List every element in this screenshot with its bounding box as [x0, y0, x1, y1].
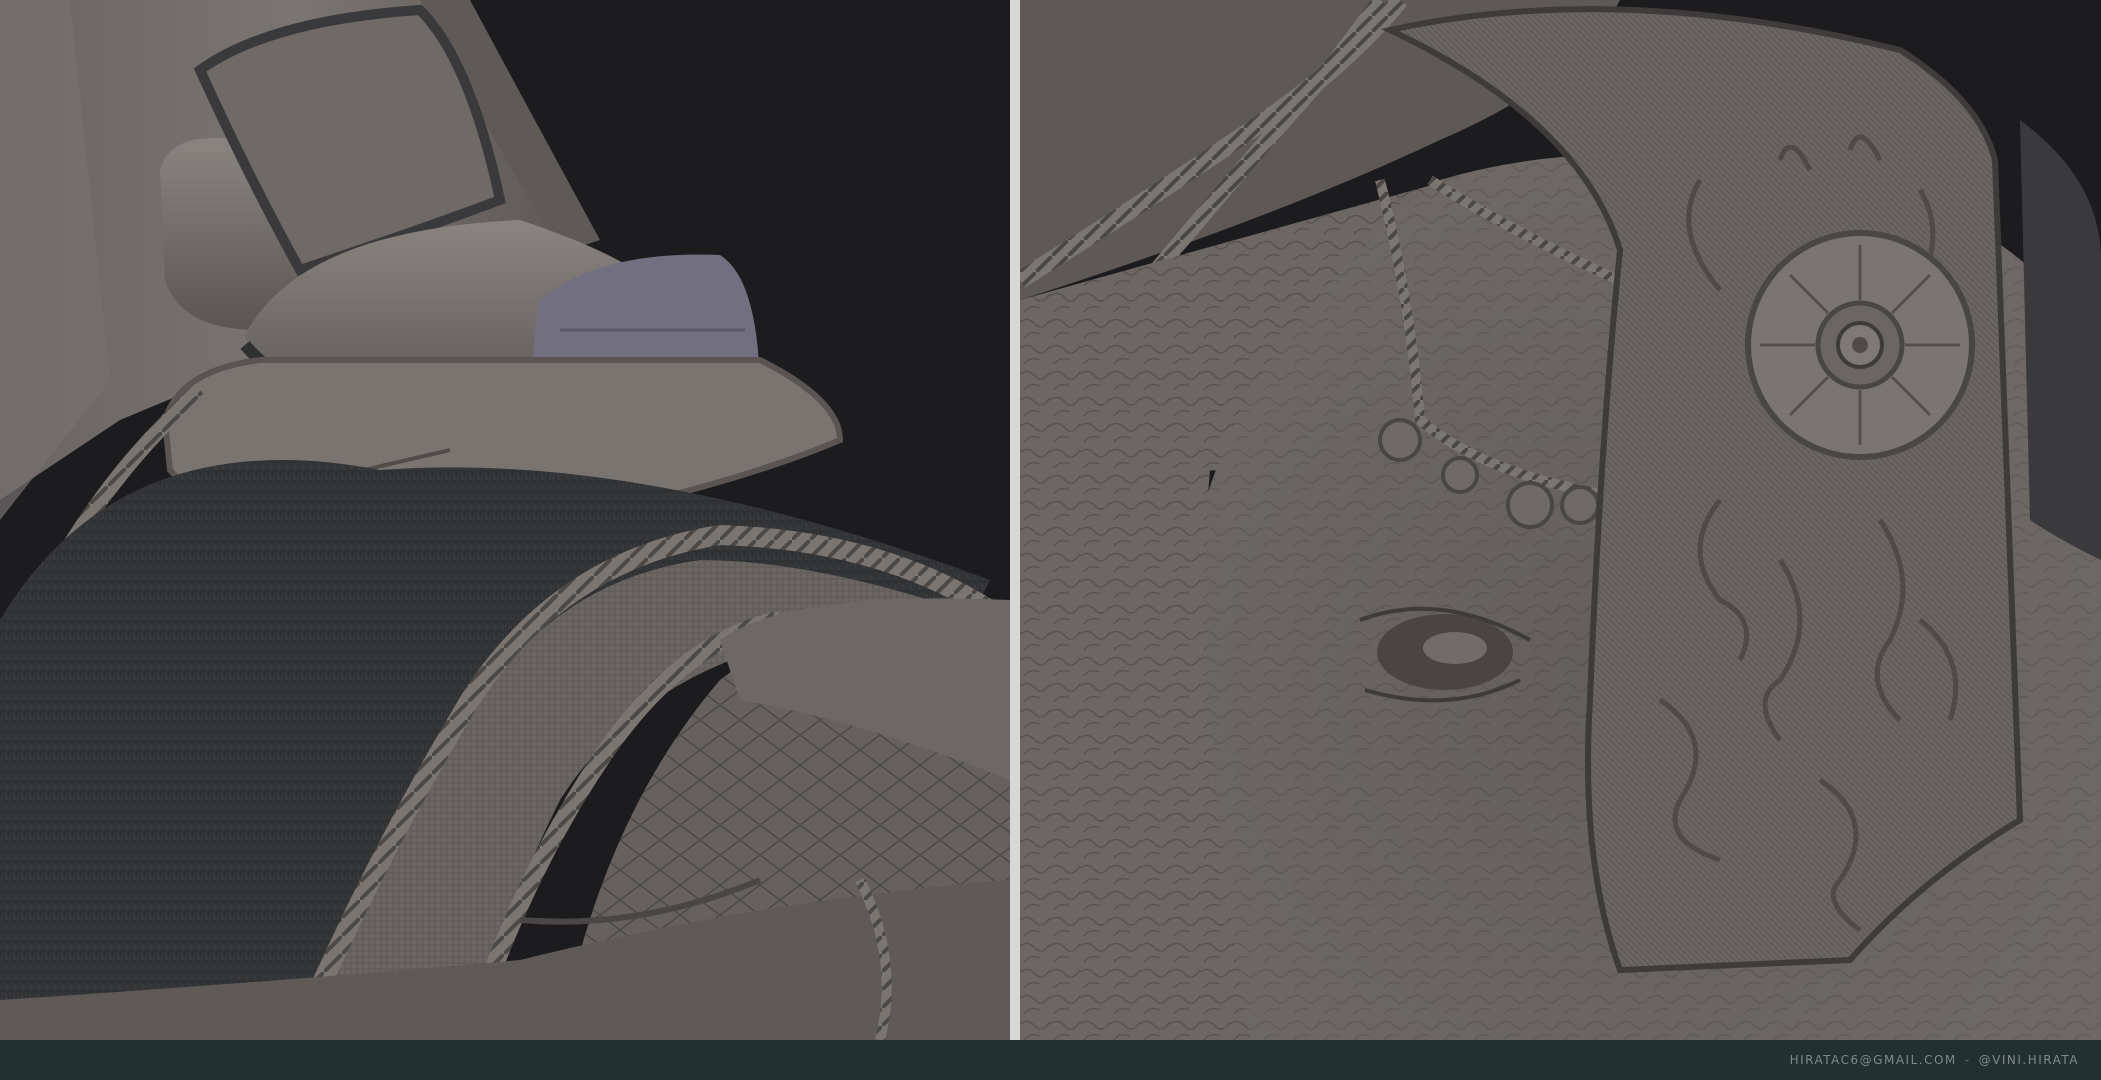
artist-handle: @VINI.HIRATA	[1978, 1053, 2079, 1067]
artist-email: HIRATAC6@GMAIL.COM	[1789, 1053, 1957, 1067]
credits-footer-bar: HIRATAC6@GMAIL.COM - @VINI.HIRATA	[0, 1040, 2101, 1080]
panel-divider	[1010, 0, 1020, 1040]
elephant-head-render-image	[1020, 0, 2101, 1040]
saddle-render-panel	[0, 0, 1010, 1040]
saddle-render-image	[0, 0, 1010, 1040]
render-frame: HIRATAC6@GMAIL.COM - @VINI.HIRATA	[0, 0, 2101, 1080]
rosette-medallion	[1745, 230, 1975, 460]
footer-separator: -	[1964, 1053, 1971, 1067]
elephant-head-render-panel	[1020, 0, 2101, 1040]
